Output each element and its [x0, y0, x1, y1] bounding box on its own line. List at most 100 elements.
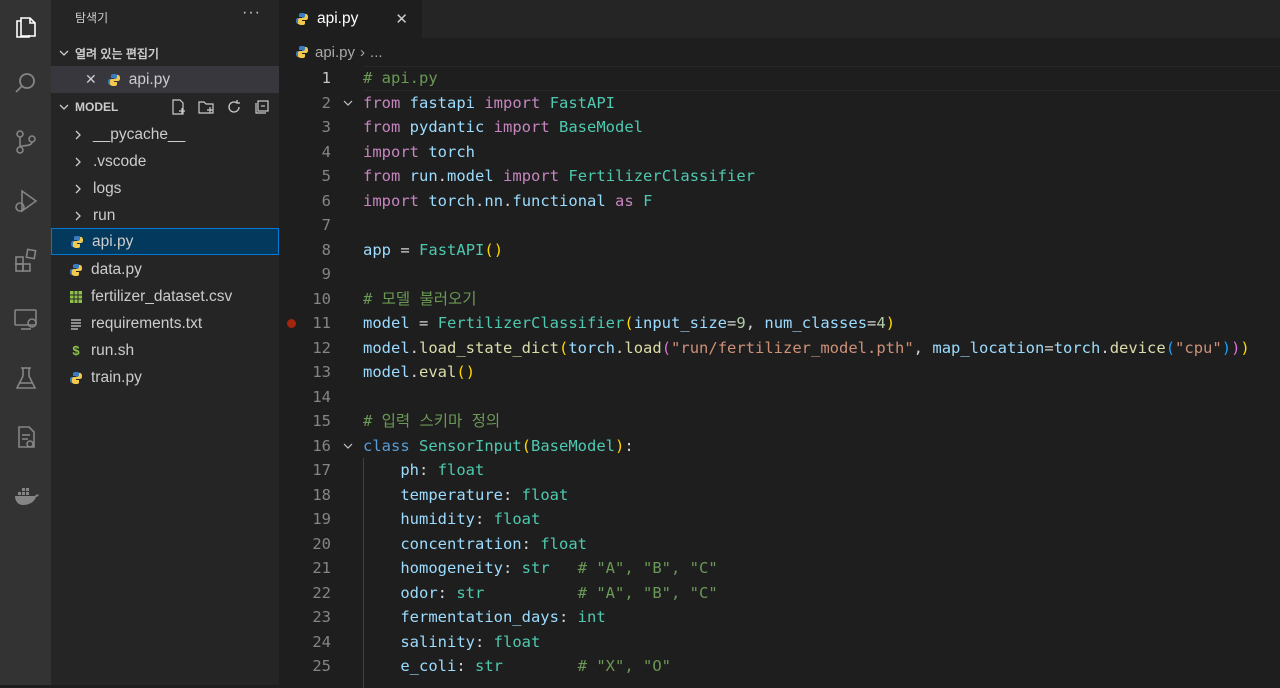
file-item-csv[interactable]: fertilizer_dataset.csv: [51, 283, 279, 310]
remote-explorer-icon[interactable]: [0, 295, 51, 343]
activity-bar: [0, 0, 51, 685]
code-line: 11 model = FertilizerClassifier(input_si…: [279, 311, 1280, 336]
folder-label: MODEL: [75, 100, 119, 114]
code-text: import torch: [363, 142, 476, 161]
new-folder-icon[interactable]: [197, 98, 215, 116]
code-line: 2 from fastapi import FastAPI: [279, 91, 1280, 116]
file-label: requirements.txt: [91, 314, 203, 332]
code-line: 13 model.eval(): [279, 360, 1280, 385]
file-item-data-py[interactable]: data.py: [51, 256, 279, 283]
folder-label: run: [93, 206, 116, 224]
line-number: 25: [312, 657, 331, 675]
code-line: 1 # api.py: [279, 66, 1280, 91]
folder-item-run[interactable]: run: [51, 202, 279, 229]
tab-api-py[interactable]: api.py ✕: [279, 0, 422, 38]
chevron-down-icon: [59, 50, 69, 56]
file-item-run-sh[interactable]: $ run.sh: [51, 337, 279, 364]
line-number: 2: [321, 93, 331, 112]
fold-chevron-icon[interactable]: [343, 98, 353, 108]
document-cloud-icon[interactable]: [0, 413, 51, 461]
line-number: 14: [312, 387, 331, 406]
open-editors-header[interactable]: 열려 있는 편집기: [51, 42, 279, 64]
code-line: 8 app = FastAPI(): [279, 238, 1280, 263]
chevron-down-icon: [59, 104, 69, 110]
line-number: 4: [321, 142, 331, 161]
code-text: ph: float: [400, 461, 485, 479]
table-file-icon: [70, 290, 82, 303]
code-text: from run.model import FertilizerClassifi…: [363, 167, 756, 185]
breadcrumb-separator: ›: [360, 43, 366, 61]
code-text: homogeneity: str # "A", "B", "C": [400, 559, 718, 577]
code-line: 16 class SensorInput(BaseModel):: [279, 434, 1280, 459]
line-number: 8: [321, 240, 331, 259]
code-text: e_coli: str # "X", "O": [400, 657, 671, 675]
dollar-icon: $: [72, 343, 80, 358]
code-line: 25 e_coli: str # "X", "O": [279, 654, 1280, 679]
file-label: data.py: [91, 260, 142, 278]
code-editor[interactable]: 1 # api.py 2 from fastapi import FastAPI…: [279, 66, 1280, 688]
close-icon[interactable]: ✕: [85, 71, 97, 88]
chevron-right-icon: [75, 130, 81, 139]
line-number: 24: [312, 632, 331, 651]
close-tab-icon[interactable]: ✕: [395, 10, 408, 28]
explorer-sidebar: 탐색기 ··· 열려 있는 편집기 ✕ api.py MODEL __pycac…: [51, 0, 279, 685]
code-text: import torch.nn.functional as F: [363, 191, 653, 210]
refresh-icon[interactable]: [225, 98, 243, 116]
code-text: model = FertilizerClassifier(input_size=…: [363, 314, 896, 332]
line-number: 12: [312, 338, 331, 357]
chevron-right-icon: [75, 211, 81, 220]
line-number: 3: [321, 118, 331, 136]
code-line: 24 salinity: float: [279, 630, 1280, 655]
file-label: api.py: [92, 232, 134, 250]
testing-flask-icon[interactable]: [0, 354, 51, 402]
file-item-api-py[interactable]: api.py: [51, 228, 279, 255]
folder-label: logs: [93, 179, 122, 197]
code-line: 18 temperature: float: [279, 483, 1280, 508]
fold-chevron-icon[interactable]: [343, 441, 353, 451]
new-file-icon[interactable]: [169, 98, 187, 116]
code-line: 20 concentration: float: [279, 532, 1280, 557]
file-item-train-py[interactable]: train.py: [51, 364, 279, 391]
code-line: 9: [279, 262, 1280, 287]
explorer-actions: [169, 96, 271, 118]
collapse-all-icon[interactable]: [253, 98, 271, 116]
sidebar-title: 탐색기: [75, 11, 109, 25]
code-text: # 모델 불러오기: [363, 289, 477, 308]
folder-item-vscode[interactable]: .vscode: [51, 148, 279, 175]
search-icon[interactable]: [0, 59, 51, 107]
python-file-icon: [70, 371, 82, 384]
folder-model-header[interactable]: MODEL: [51, 96, 279, 118]
chevron-right-icon: [75, 184, 81, 193]
code-text: from fastapi import FastAPI: [363, 93, 616, 112]
run-debug-icon[interactable]: [0, 177, 51, 225]
code-text: humidity: float: [400, 510, 541, 528]
line-number: 16: [312, 436, 331, 455]
file-item-requirements[interactable]: requirements.txt: [51, 310, 279, 337]
more-actions-icon[interactable]: ···: [242, 4, 261, 22]
breadcrumb-symbols[interactable]: ...: [370, 44, 383, 61]
file-label: run.sh: [91, 341, 135, 359]
python-file-icon: [71, 235, 83, 248]
code-line: 15 # 입력 스키마 정의: [279, 409, 1280, 434]
extensions-icon[interactable]: [0, 236, 51, 284]
code-line: 14: [279, 385, 1280, 410]
docker-whale-icon[interactable]: [0, 472, 51, 520]
code-text: # 입력 스키마 정의: [363, 412, 501, 430]
code-text: from pydantic import BaseModel: [363, 118, 644, 136]
python-file-icon: [296, 13, 308, 25]
explorer-files-icon[interactable]: [0, 2, 51, 50]
open-editor-label: api.py: [128, 70, 171, 88]
folder-item-logs[interactable]: logs: [51, 175, 279, 202]
line-number: 15: [312, 412, 331, 430]
text-lines-icon: [71, 318, 81, 330]
folder-item-pycache[interactable]: __pycache__: [51, 121, 279, 148]
tab-label: api.py: [317, 10, 359, 27]
code-line: 7: [279, 213, 1280, 238]
line-number: 7: [321, 216, 331, 234]
open-editor-item[interactable]: ✕ api.py: [51, 66, 279, 93]
breadcrumb-file[interactable]: api.py: [315, 44, 355, 61]
line-number: 19: [312, 510, 331, 528]
open-editors-label: 열려 있는 편집기: [75, 46, 159, 61]
code-line: 21 homogeneity: str # "A", "B", "C": [279, 556, 1280, 581]
source-control-icon[interactable]: [0, 118, 51, 166]
